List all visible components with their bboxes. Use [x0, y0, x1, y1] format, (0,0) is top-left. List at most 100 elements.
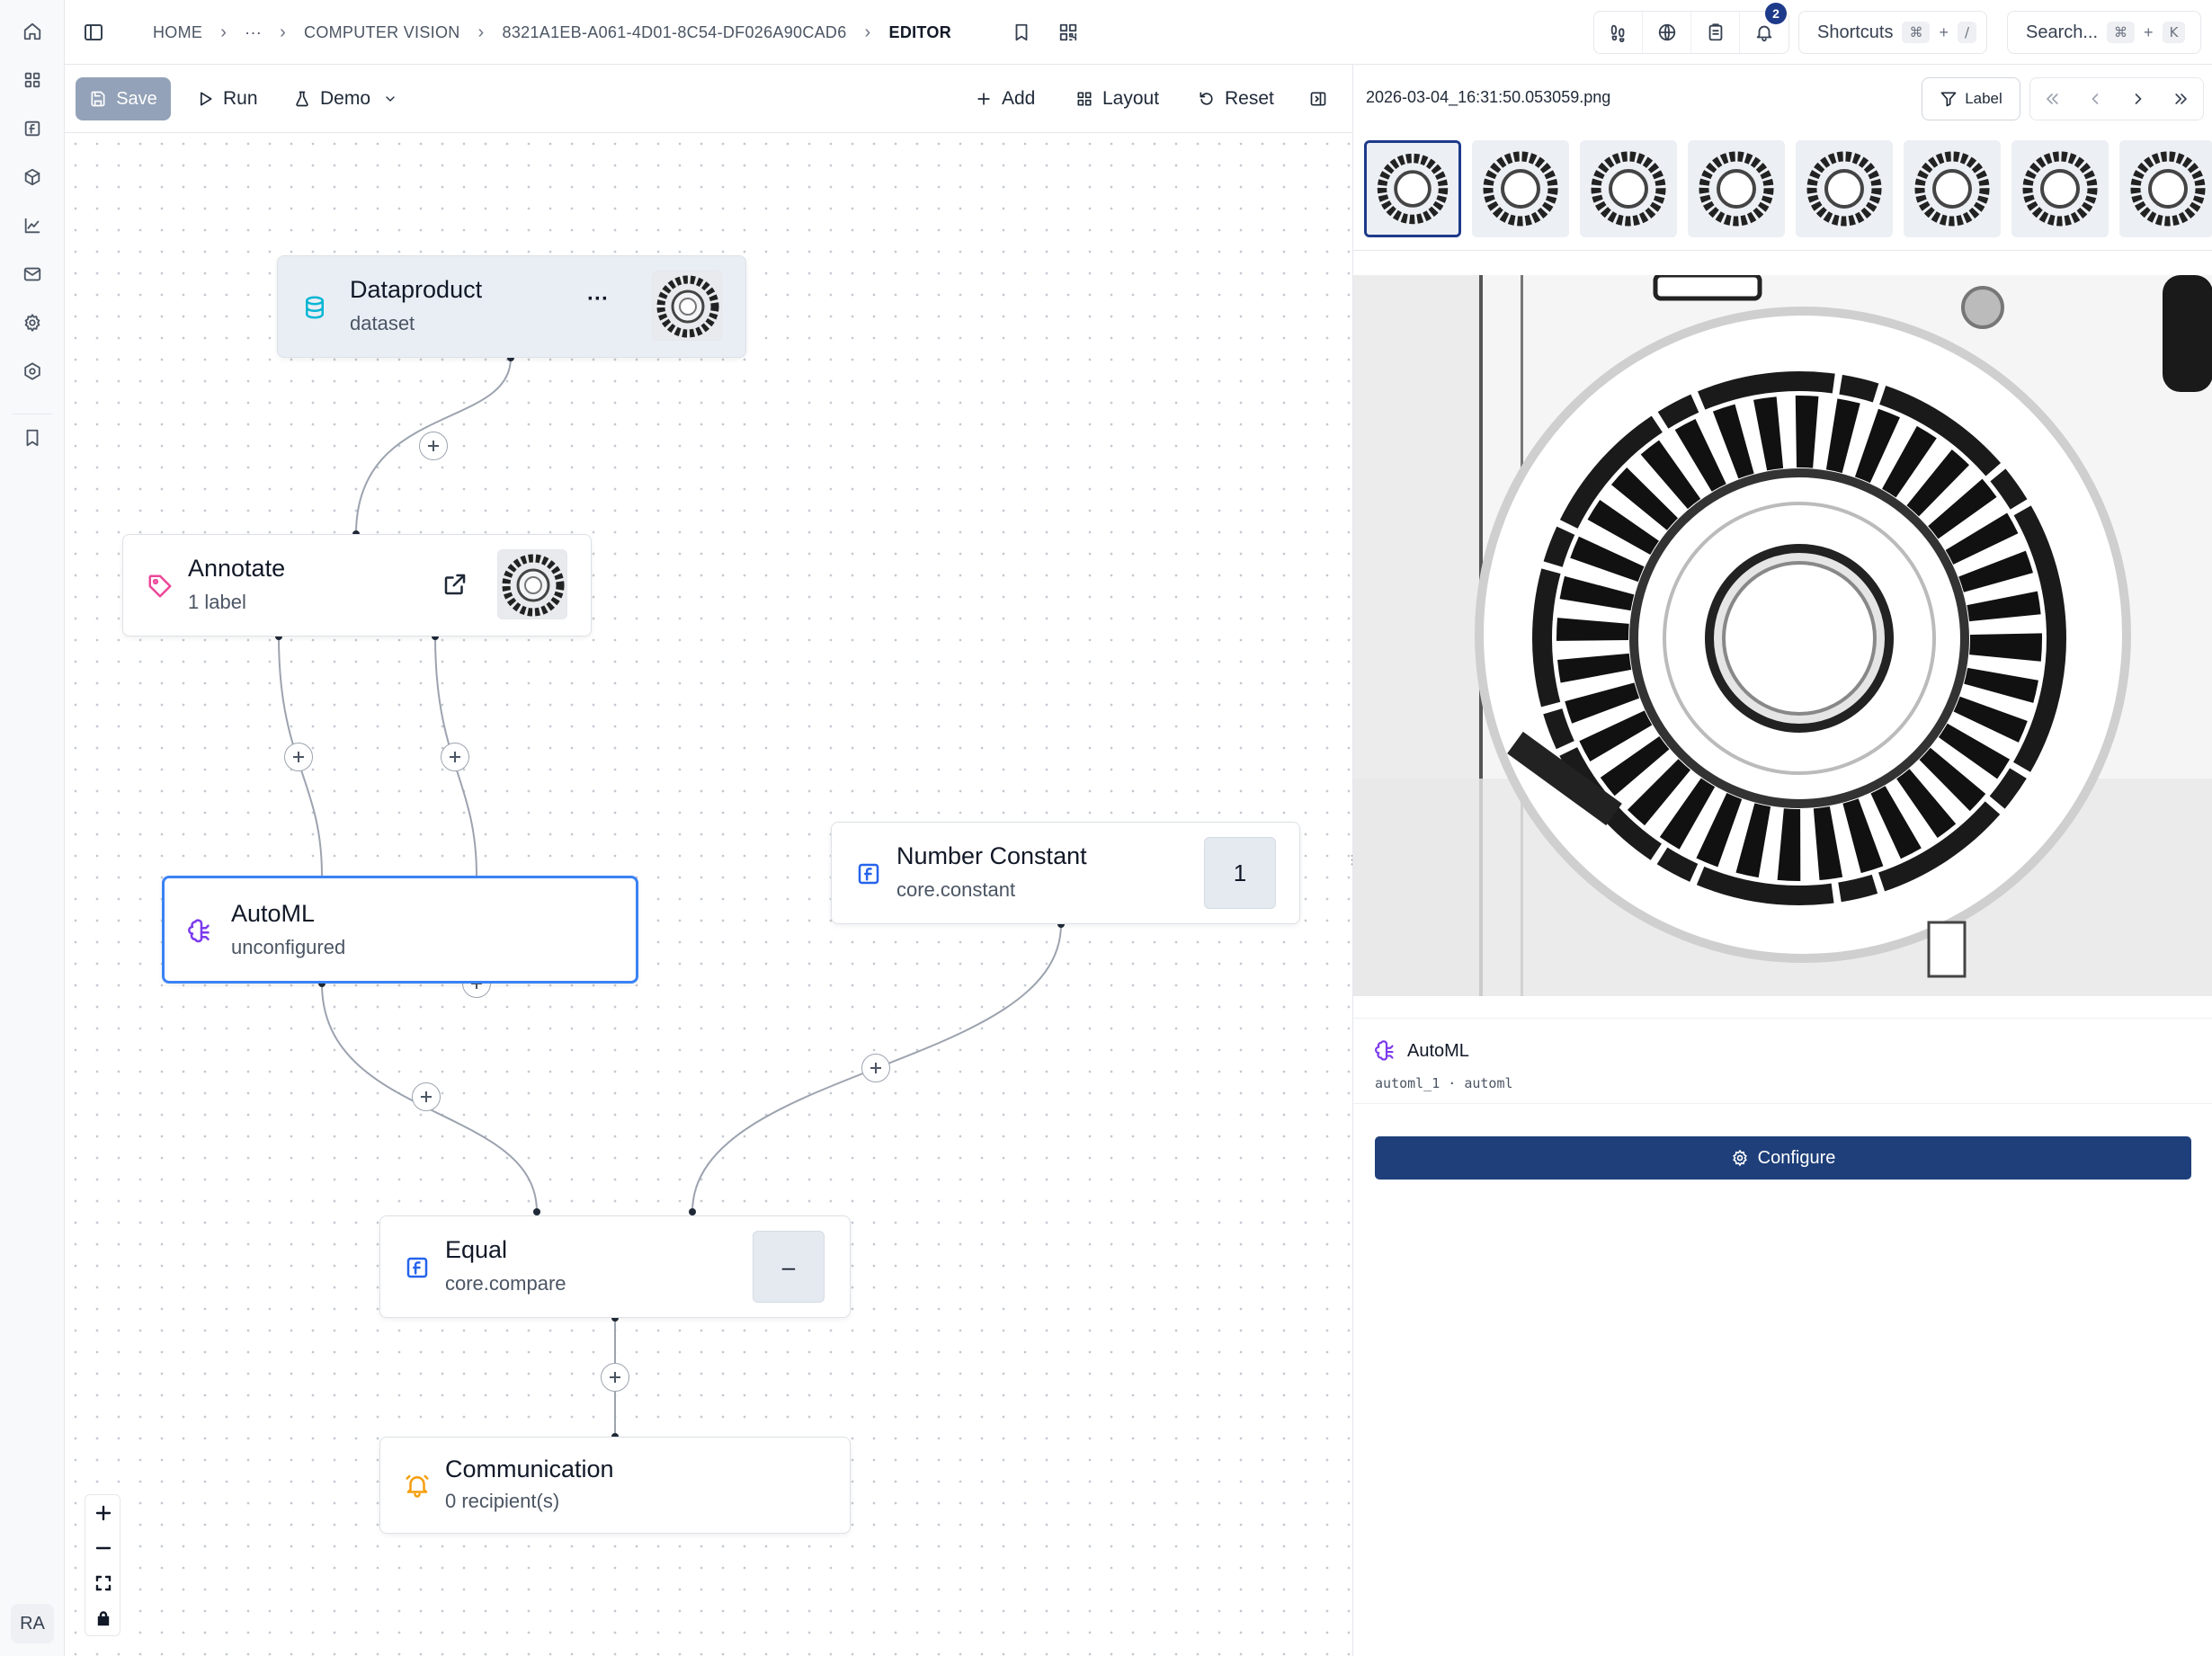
chevron-right-icon: › [280, 22, 287, 42]
external-link-icon[interactable] [440, 569, 470, 600]
insert-node-button[interactable] [601, 1363, 629, 1392]
add-node-button[interactable]: Add [975, 77, 1035, 120]
layout-button[interactable]: Layout [1075, 77, 1159, 120]
node-dataproduct[interactable]: Dataproduct dataset ··· [277, 255, 746, 358]
sidebar-toggle-icon[interactable] [79, 18, 108, 47]
zoom-controls [85, 1494, 120, 1636]
node-automl[interactable]: AutoML unconfigured [162, 876, 638, 984]
mail-icon[interactable] [18, 260, 47, 289]
last-page-icon[interactable] [2160, 78, 2203, 120]
chevron-down-icon [386, 96, 395, 102]
cmd-key: ⌘ [2107, 22, 2136, 43]
insert-node-button[interactable] [861, 1054, 890, 1082]
insert-node-button[interactable] [284, 743, 313, 771]
cmd-key: ⌘ [1902, 22, 1931, 43]
toggle-panel-button[interactable] [1309, 77, 1327, 120]
label-filter-text: Label [1965, 90, 2002, 107]
selected-node-id: automl_1 · automl [1375, 1075, 1513, 1091]
search-label: Search... [2026, 22, 2099, 42]
configure-button[interactable]: Configure [1375, 1136, 2191, 1180]
save-button[interactable]: Save [76, 77, 171, 120]
node-equal[interactable]: Equal core.compare – [379, 1215, 851, 1318]
plus-icon [421, 1091, 432, 1102]
bookmark-icon[interactable] [1009, 20, 1034, 45]
models-icon[interactable] [18, 163, 47, 191]
notifications-bell-icon[interactable]: 2 [1740, 3, 1788, 53]
workflow-canvas[interactable]: Dataproduct dataset ··· Annotate 1 label… [65, 133, 1352, 1656]
function-icon [853, 859, 884, 889]
thumbnail-item[interactable] [1580, 140, 1677, 237]
plus-icon [870, 1063, 881, 1073]
left-rail: RA [0, 0, 65, 1656]
image-filename: 2026-03-04_16:31:50.053059.png [1366, 88, 1611, 106]
topbar-icon-group: 2 [1593, 3, 1789, 54]
bookmark-icon[interactable] [18, 423, 47, 452]
slash-key: / [1958, 22, 1977, 43]
breadcrumb: HOME › ··· › COMPUTER VISION › 8321A1EB-… [147, 0, 957, 65]
reset-button[interactable]: Reset [1198, 77, 1274, 120]
thumbnail-item[interactable] [1472, 140, 1569, 237]
fit-view-icon[interactable] [85, 1565, 121, 1600]
breadcrumb-home[interactable]: HOME [147, 23, 208, 42]
label-filter-button[interactable]: Label [1922, 77, 2020, 120]
port-dot [533, 1208, 540, 1215]
thumbnail-item[interactable] [2119, 140, 2212, 237]
demo-dropdown[interactable]: Demo [293, 77, 397, 120]
node-title: Communication [445, 1456, 614, 1482]
chevron-right-icon: › [477, 22, 485, 42]
zoom-out-icon[interactable] [85, 1530, 121, 1565]
plus-icon [977, 93, 990, 105]
zoom-in-icon[interactable] [85, 1495, 121, 1530]
save-label: Save [116, 88, 157, 109]
thumbnail-item[interactable] [1364, 140, 1461, 237]
breadcrumb-section[interactable]: COMPUTER VISION [299, 23, 466, 42]
user-avatar[interactable]: RA [11, 1604, 54, 1643]
next-page-icon[interactable] [2117, 78, 2160, 120]
save-icon [91, 91, 105, 107]
dashboard-icon[interactable] [18, 66, 47, 94]
compare-value[interactable]: – [753, 1231, 825, 1303]
home-icon[interactable] [18, 17, 47, 46]
node-title: Number Constant [896, 842, 1087, 869]
constant-value[interactable]: 1 [1204, 837, 1276, 909]
configure-label: Configure [1757, 1147, 1836, 1168]
lock-icon[interactable] [85, 1600, 121, 1635]
footprints-icon[interactable] [1594, 12, 1643, 53]
tag-icon [145, 571, 175, 601]
node-menu-button[interactable]: ··· [587, 287, 609, 312]
function-icon[interactable] [18, 114, 47, 143]
breadcrumb-ellipsis[interactable]: ··· [239, 23, 267, 42]
play-icon [201, 92, 212, 106]
insert-node-button[interactable] [412, 1082, 441, 1111]
analytics-icon[interactable] [18, 211, 47, 240]
thumbnail-item[interactable] [1688, 140, 1785, 237]
search-button[interactable]: Search... ⌘ + K [2007, 11, 2201, 54]
insert-node-button[interactable] [441, 743, 469, 771]
first-page-icon[interactable] [2030, 78, 2074, 120]
insert-node-button[interactable] [419, 432, 448, 460]
thumbnail-item[interactable] [2011, 140, 2109, 237]
node-title: Dataproduct [350, 276, 483, 303]
thumbnail-item[interactable] [1904, 140, 2001, 237]
globe-icon[interactable] [1643, 12, 1691, 53]
node-title: Equal [445, 1236, 508, 1263]
security-shield-icon[interactable] [18, 357, 47, 386]
node-subtitle: core.constant [896, 878, 1016, 901]
breadcrumb-id[interactable]: 8321A1EB-A061-4D01-8C54-DF026A90CAD6 [497, 23, 852, 42]
k-key: K [2162, 22, 2186, 43]
node-communication[interactable]: Communication 0 recipient(s) [379, 1437, 851, 1534]
image-pager [2029, 77, 2204, 120]
clipboard-icon[interactable] [1691, 12, 1740, 53]
shortcuts-button[interactable]: Shortcuts ⌘ + / [1798, 11, 1987, 54]
settings-gear-icon [1732, 1149, 1747, 1167]
node-annotate[interactable]: Annotate 1 label [122, 534, 592, 637]
settings-gear-icon[interactable] [18, 308, 47, 337]
run-button[interactable]: Run [196, 77, 258, 120]
prev-page-icon[interactable] [2074, 78, 2117, 120]
bell-ring-icon [402, 1470, 433, 1500]
add-label: Add [1002, 88, 1036, 109]
qr-code-icon[interactable] [1056, 20, 1081, 45]
node-number-constant[interactable]: Number Constant core.constant 1 [831, 822, 1300, 924]
thumbnail-item[interactable] [1796, 140, 1893, 237]
grid-icon [1077, 92, 1092, 106]
